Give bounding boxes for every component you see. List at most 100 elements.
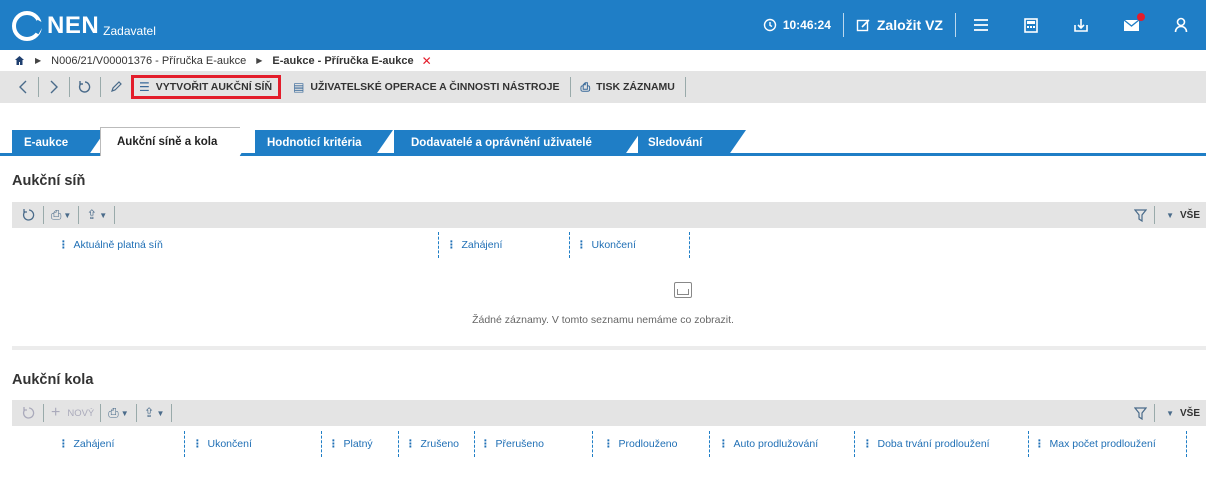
tab-monitoring[interactable]: Sledování (638, 130, 746, 156)
column-label: Zahájení (73, 438, 115, 450)
mail-icon[interactable] (1106, 0, 1156, 50)
column-max-extensions[interactable]: ⋮ Max počet prodloužení (1034, 431, 1156, 457)
tab-auction-halls-rounds[interactable]: Aukční síně a kola (100, 127, 257, 157)
home-icon[interactable] (14, 55, 25, 66)
column-interrupted[interactable]: ⋮ Přerušeno (480, 431, 544, 457)
empty-inbox-icon (674, 282, 692, 298)
column-extended[interactable]: ⋮ Prodlouženo (603, 431, 677, 457)
empty-state-text: Žádné záznamy. V tomto seznamu nemáme co… (472, 314, 734, 326)
create-auction-hall-label: VYTVOŘIT AUKČNÍ SÍŇ (155, 81, 273, 93)
calculator-icon[interactable] (1006, 0, 1056, 50)
drag-handle-icon: ⋮ (1034, 438, 1044, 450)
refresh-icon[interactable] (18, 208, 40, 222)
logo-ring-icon (12, 11, 42, 41)
chevron-down-icon: ▼ (156, 408, 165, 418)
chevron-down-icon[interactable]: ▼ (1166, 211, 1174, 220)
pencil-icon[interactable] (105, 76, 127, 98)
drag-handle-icon: ⋮ (603, 438, 613, 450)
view-all-label[interactable]: VŠE (1180, 210, 1200, 221)
crumb-separator-icon: ▶ (256, 56, 263, 65)
drag-handle-icon: ⋮ (480, 438, 490, 450)
export-icon[interactable]: ⇪ ▼ (82, 207, 111, 223)
close-icon[interactable]: ✕ (422, 54, 432, 68)
column-label: Ukončení (591, 239, 636, 251)
tab-evaluation-criteria[interactable]: Hodnoticí kritéria (255, 130, 393, 156)
create-list-icon: ☰ (139, 80, 150, 94)
print-record-button[interactable]: ⎙ TISK ZÁZNAMU (575, 74, 681, 100)
auction-hall-grid-toolbar: ⎙ ▼ ⇪ ▼ ▼ VŠE (12, 202, 1206, 228)
user-operations-label: UŽIVATELSKÉ OPERACE A ČINNOSTI NÁSTROJE (310, 81, 560, 93)
user-icon[interactable] (1156, 0, 1206, 50)
create-auction-hall-button[interactable]: ☰ VYTVOŘIT AUKČNÍ SÍŇ (131, 75, 282, 99)
tab-suppliers-users[interactable]: Dodavatelé a oprávnění uživatelé (394, 130, 642, 156)
notification-dot (1137, 13, 1145, 21)
clock-time: 10:46:24 (782, 18, 831, 32)
column-extension-duration[interactable]: ⋮ Doba trvání prodloužení (862, 431, 990, 457)
filter-icon[interactable] (1130, 406, 1151, 420)
print-icon[interactable]: ⎙ ▼ (104, 405, 132, 421)
create-vz-button[interactable]: Založit VZ (844, 0, 955, 50)
tab-label: Dodavatelé a oprávnění uživatelé (411, 137, 592, 149)
tab-e-aukce[interactable]: E-aukce (12, 130, 106, 156)
user-operations-button[interactable]: ▤ UŽIVATELSKÉ OPERACE A ČINNOSTI NÁSTROJ… (287, 74, 565, 100)
auction-rounds-grid-toolbar: + NOVÝ ⎙ ▼ ⇪ ▼ ▼ VŠE (12, 400, 1206, 426)
menu-icon[interactable] (956, 0, 1006, 50)
column-start[interactable]: ⋮ Zahájení (446, 232, 502, 258)
column-label: Auto prodlužování (733, 438, 819, 450)
drag-handle-icon: ⋮ (718, 438, 728, 450)
plus-icon[interactable]: + (47, 404, 64, 422)
column-label: Aktuálně platná síň (73, 239, 163, 251)
role-label: Zadavatel (103, 24, 156, 38)
chevron-down-icon: ▼ (99, 210, 108, 220)
forward-icon[interactable] (43, 76, 65, 98)
tab-label: E-aukce (24, 137, 69, 149)
breadcrumb-item-contract[interactable]: N006/21/V00001376 - Příručka E-aukce (51, 55, 246, 67)
column-label: Max počet prodloužení (1049, 438, 1156, 450)
inbox-icon[interactable] (1056, 0, 1106, 50)
chevron-down-icon[interactable]: ▼ (1166, 409, 1174, 418)
column-label: Doba trvání prodloužení (877, 438, 990, 450)
column-label: Ukončení (207, 438, 252, 450)
tab-label: Hodnoticí kritéria (267, 137, 362, 149)
nen-logo[interactable]: NEN Zadavatel (12, 7, 156, 41)
clock-icon (763, 18, 777, 32)
column-cancelled[interactable]: ⋮ Zrušeno (405, 431, 459, 457)
auction-hall-columns: ⋮ Aktuálně platná síň ⋮ Zahájení ⋮ Ukončení (12, 232, 1206, 258)
main-toolbar: ☰ VYTVOŘIT AUKČNÍ SÍŇ ▤ UŽIVATELSKÉ OPER… (0, 71, 1206, 103)
print-icon[interactable]: ⎙ ▼ (47, 207, 75, 223)
list-box-icon: ▤ (293, 80, 305, 94)
column-label: Zahájení (461, 239, 503, 251)
column-label: Přerušeno (495, 438, 544, 450)
refresh-icon[interactable] (74, 76, 96, 98)
back-icon[interactable] (12, 76, 34, 98)
column-end[interactable]: ⋮ Ukončení (576, 232, 636, 258)
breadcrumb-item-current: E-aukce - Příručka E-aukce (272, 54, 414, 67)
column-label: Prodlouženo (618, 438, 678, 450)
new-round-button[interactable]: NOVÝ (64, 408, 97, 419)
edit-icon (856, 18, 870, 31)
column-current-hall[interactable]: ⋮ Aktuálně platná síň (58, 232, 163, 258)
column-end[interactable]: ⋮ Ukončení (192, 431, 252, 457)
refresh-icon[interactable] (18, 406, 40, 420)
crumb-separator-icon: ▶ (35, 56, 42, 65)
tab-label: Aukční síně a kola (117, 136, 218, 148)
filter-icon[interactable] (1130, 208, 1151, 222)
view-all-label[interactable]: VŠE (1180, 408, 1200, 419)
column-valid[interactable]: ⋮ Platný (328, 431, 373, 457)
export-icon[interactable]: ⇪ ▼ (140, 405, 169, 421)
drag-handle-icon: ⋮ (446, 239, 456, 251)
drag-handle-icon: ⋮ (58, 438, 68, 450)
column-label: Platný (343, 438, 373, 450)
clock: 10:46:24 (751, 0, 843, 50)
column-auto-extension[interactable]: ⋮ Auto prodlužování (718, 431, 818, 457)
tab-bar: E-aukce Aukční síně a kola Hodnoticí kri… (0, 122, 1206, 157)
column-start[interactable]: ⋮ Zahájení (58, 431, 114, 457)
drag-handle-icon: ⋮ (328, 438, 338, 450)
section-divider (12, 346, 1206, 350)
chevron-down-icon: ▼ (63, 210, 72, 220)
create-vz-label: Založit VZ (876, 17, 943, 33)
auction-hall-title: Aukční síň (12, 173, 86, 189)
print-icon: ⎙ (580, 79, 591, 94)
auction-rounds-columns: ⋮ Zahájení ⋮ Ukončení ⋮ Platný ⋮ Zrušeno ⋮ Př… (12, 431, 1206, 457)
auction-rounds-title: Aukční kola (12, 372, 94, 388)
